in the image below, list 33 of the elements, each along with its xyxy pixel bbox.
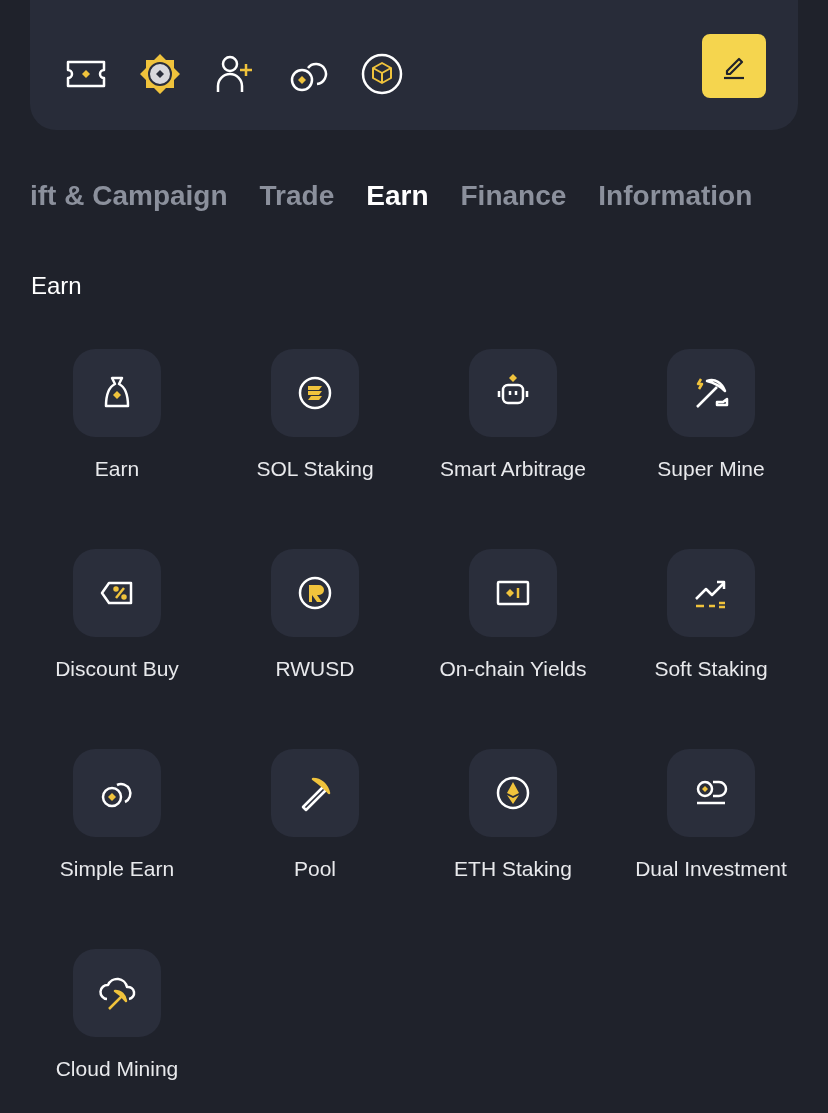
feature-label: Discount Buy bbox=[55, 657, 179, 681]
category-tab[interactable]: Earn bbox=[366, 180, 429, 212]
feature-tile[interactable] bbox=[469, 349, 557, 437]
feature-label: Pool bbox=[294, 857, 336, 881]
feature-label: Super Mine bbox=[657, 457, 765, 481]
feature-label: Earn bbox=[94, 457, 140, 481]
feature-label: On-chain Yields bbox=[439, 657, 587, 681]
feature-tile[interactable] bbox=[667, 549, 755, 637]
feature-tile[interactable] bbox=[469, 549, 557, 637]
feature-tile[interactable] bbox=[667, 749, 755, 837]
feature-tile[interactable] bbox=[271, 749, 359, 837]
feature-label: SOL Staking bbox=[256, 457, 374, 481]
feature-tile[interactable] bbox=[73, 749, 161, 837]
feature-label: Simple Earn bbox=[59, 857, 175, 881]
feature-label: Smart Arbitrage bbox=[440, 457, 586, 481]
edit-button[interactable] bbox=[702, 34, 766, 98]
feature-tile[interactable] bbox=[73, 549, 161, 637]
feature-tile[interactable] bbox=[73, 349, 161, 437]
feature-tile[interactable] bbox=[271, 549, 359, 637]
feature-label: RWUSD bbox=[275, 657, 355, 681]
feature-label: Cloud Mining bbox=[55, 1057, 179, 1081]
category-tab[interactable]: Trade bbox=[259, 180, 335, 212]
category-tab[interactable]: ift & Campaign bbox=[30, 180, 228, 212]
feature-tile[interactable] bbox=[73, 949, 161, 1037]
category-tab[interactable]: Finance bbox=[460, 180, 567, 212]
category-tab[interactable]: Information bbox=[598, 180, 753, 212]
feature-label: Soft Staking bbox=[654, 657, 768, 681]
feature-label: ETH Staking bbox=[454, 857, 572, 881]
feature-label: Dual Investment bbox=[635, 857, 787, 881]
feature-tile[interactable] bbox=[667, 349, 755, 437]
section-title: Earn bbox=[31, 272, 83, 300]
feature-tile[interactable] bbox=[271, 349, 359, 437]
feature-tile[interactable] bbox=[469, 749, 557, 837]
